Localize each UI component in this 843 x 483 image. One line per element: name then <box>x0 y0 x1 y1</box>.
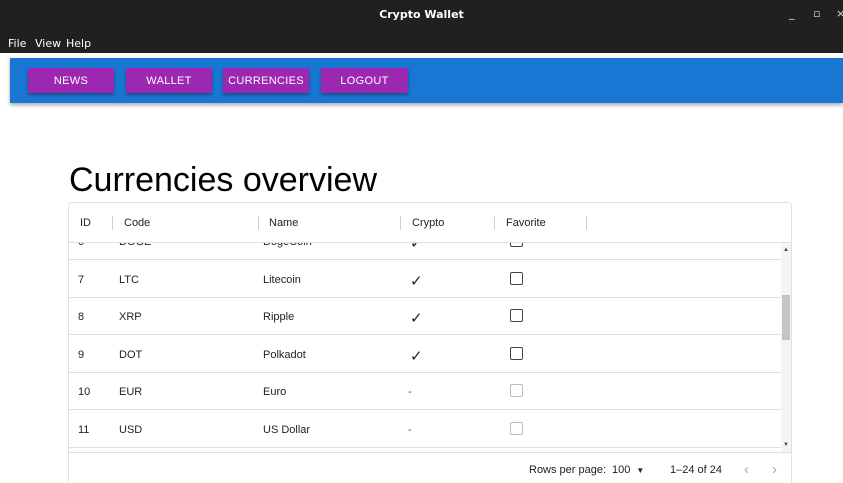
currencies-table: ID Code Name Crypto Favorite 6 DOGE DogeCo… <box>68 202 792 483</box>
cell-code: USD <box>119 423 143 436</box>
cell-id: 7 <box>78 273 85 286</box>
currencies-button[interactable]: CURRENCIES <box>223 68 309 93</box>
favorite-checkbox <box>510 421 523 435</box>
cell-crypto: - <box>408 423 412 436</box>
rows-per-page-label: Rows per page: <box>529 464 607 476</box>
scroll-up-icon[interactable]: ▲ <box>783 247 789 253</box>
column-header-favorite[interactable]: Favorite <box>506 217 546 229</box>
column-separator[interactable] <box>494 216 495 230</box>
cell-name: Euro <box>263 386 287 398</box>
cell-id: 9 <box>78 348 85 361</box>
scrollbar-thumb[interactable] <box>782 295 790 340</box>
cell-code: LTC <box>119 273 139 286</box>
rows-per-page-select[interactable]: 100 ▼ <box>612 464 644 476</box>
cell-code: EUR <box>119 386 143 398</box>
next-page-icon[interactable]: › <box>772 461 777 478</box>
column-header-name[interactable]: Name <box>269 217 298 229</box>
page-title: Currencies overview <box>69 161 377 199</box>
cell-code: DOT <box>119 348 143 361</box>
check-icon: ✓ <box>410 347 423 365</box>
favorite-checkbox[interactable] <box>510 309 523 322</box>
cell-name: US Dollar <box>263 423 311 436</box>
cell-name: Litecoin <box>263 273 301 286</box>
column-separator[interactable] <box>112 216 113 230</box>
cell-name: DogeCoin <box>263 243 312 248</box>
table-row[interactable]: 7 LTC Litecoin ✓ <box>69 261 781 298</box>
cell-code: XRP <box>119 311 142 323</box>
table-row[interactable]: 6 DOGE DogeCoin ✓ <box>69 243 781 260</box>
favorite-checkbox[interactable] <box>510 346 523 360</box>
menu-file[interactable]: File <box>8 37 26 50</box>
scroll-down-icon[interactable]: ▼ <box>783 442 789 448</box>
table-body: 6 DOGE DogeCoin ✓ 7 LTC Litecoin ✓ 8 XRP Ripple ✓ 9 D… <box>69 243 781 452</box>
news-button[interactable]: NEWS <box>28 68 114 93</box>
pagination-range: 1–24 of 24 <box>670 464 722 476</box>
cell-name: Polkadot <box>263 348 306 361</box>
check-icon: ✓ <box>410 243 423 252</box>
cell-code: DOGE <box>119 243 151 248</box>
title-bar: Crypto Wallet _ ▫ × <box>0 0 843 36</box>
table-row[interactable]: 10 EUR Euro - <box>69 373 781 410</box>
table-row[interactable]: 8 XRP Ripple ✓ <box>69 298 781 335</box>
vertical-scrollbar[interactable]: ▲ ▼ <box>781 243 791 452</box>
logout-button[interactable]: LOGOUT <box>321 68 408 93</box>
nav-bar: NEWS WALLET CURRENCIES LOGOUT <box>10 58 843 103</box>
close-icon[interactable]: × <box>836 7 843 20</box>
cell-crypto: - <box>408 386 412 398</box>
favorite-checkbox <box>510 384 523 397</box>
wallet-button[interactable]: WALLET <box>126 68 212 93</box>
minimize-icon[interactable]: _ <box>789 7 795 20</box>
cell-id: 10 <box>78 386 91 398</box>
window-title: Crypto Wallet <box>379 8 464 21</box>
favorite-checkbox[interactable] <box>510 243 523 247</box>
column-header-code[interactable]: Code <box>124 217 150 229</box>
cell-id: 8 <box>78 311 85 323</box>
column-separator[interactable] <box>258 216 259 230</box>
cell-id: 11 <box>78 423 90 436</box>
menu-help[interactable]: Help <box>66 37 91 50</box>
check-icon: ✓ <box>410 272 423 290</box>
maximize-icon[interactable]: ▫ <box>813 7 820 20</box>
cell-name: Ripple <box>263 311 295 323</box>
check-icon: ✓ <box>410 310 423 327</box>
table-header: ID Code Name Crypto Favorite <box>69 203 791 243</box>
menu-bar: File View Help <box>0 36 843 53</box>
table-row[interactable]: 11 USD US Dollar - <box>69 411 781 448</box>
chevron-down-icon: ▼ <box>636 466 645 475</box>
favorite-checkbox[interactable] <box>510 271 523 285</box>
column-header-crypto[interactable]: Crypto <box>412 217 444 229</box>
menu-view[interactable]: View <box>35 37 61 50</box>
cell-id: 6 <box>78 243 84 248</box>
column-separator[interactable] <box>400 216 401 230</box>
table-footer: Rows per page: 100 ▼ 1–24 of 24 ‹ › <box>69 452 791 483</box>
previous-page-icon[interactable]: ‹ <box>744 461 749 478</box>
column-separator[interactable] <box>586 216 587 230</box>
column-header-id[interactable]: ID <box>80 217 91 229</box>
table-row[interactable]: 9 DOT Polkadot ✓ <box>69 336 781 373</box>
rows-per-page-value: 100 <box>612 464 631 476</box>
